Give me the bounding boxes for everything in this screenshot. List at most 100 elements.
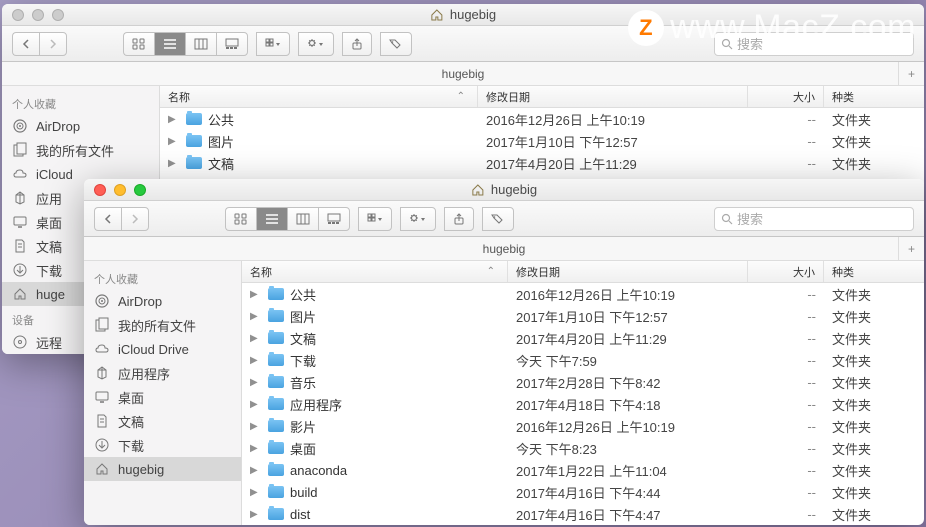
close-button[interactable]: [12, 9, 24, 21]
disclosure-triangle-icon[interactable]: ▶: [250, 333, 262, 344]
forward-button[interactable]: [39, 32, 67, 56]
folder-icon: [186, 113, 202, 125]
table-row[interactable]: ▶公共2016年12月26日 上午10:19--文件夹: [242, 283, 924, 305]
sidebar-item-apps[interactable]: 应用程序: [84, 361, 241, 385]
action-button[interactable]: [298, 32, 334, 56]
disclosure-triangle-icon[interactable]: ▶: [250, 311, 262, 322]
tags-button[interactable]: [482, 207, 514, 231]
table-row[interactable]: ▶下载今天 下午7:59--文件夹: [242, 349, 924, 371]
close-button[interactable]: [94, 184, 106, 196]
column-kind[interactable]: 种类: [824, 261, 924, 282]
file-kind: 文件夹: [824, 373, 924, 392]
watermark-badge: Z: [628, 10, 664, 46]
column-size[interactable]: 大小: [748, 261, 824, 282]
action-button[interactable]: [400, 207, 436, 231]
pathbar-text[interactable]: hugebig: [442, 67, 485, 81]
sidebar-item-downloads[interactable]: 下载: [84, 433, 241, 457]
arrange-button[interactable]: [256, 32, 290, 56]
file-name: 文稿: [208, 154, 234, 173]
table-row[interactable]: ▶文稿2017年4月20日 上午11:29--文件夹: [160, 152, 924, 174]
sidebar-item-cloud[interactable]: iCloud Drive: [84, 337, 241, 361]
sidebar-item-allfiles[interactable]: 我的所有文件: [2, 138, 159, 162]
view-columns-button[interactable]: [185, 32, 216, 56]
disclosure-triangle-icon[interactable]: ▶: [250, 509, 262, 520]
arrange-button[interactable]: [358, 207, 392, 231]
folder-icon: [268, 442, 284, 454]
column-name[interactable]: 名称⌃: [160, 86, 478, 107]
disclosure-triangle-icon[interactable]: ▶: [250, 465, 262, 476]
view-list-button[interactable]: [154, 32, 185, 56]
disc-icon: [12, 334, 28, 350]
folder-icon: [268, 464, 284, 476]
column-kind[interactable]: 种类: [824, 86, 924, 107]
forward-button[interactable]: [121, 207, 149, 231]
view-gallery-button[interactable]: [318, 207, 350, 231]
zoom-button[interactable]: [52, 9, 64, 21]
table-row[interactable]: ▶anaconda2017年1月22日 上午11:04--文件夹: [242, 459, 924, 481]
sidebar-header-favorites: 个人收藏: [84, 265, 241, 289]
search-placeholder: 搜索: [737, 209, 763, 228]
sidebar-item-home[interactable]: hugebig: [84, 457, 241, 481]
sidebar-item-label: 下载: [36, 261, 62, 280]
tags-button[interactable]: [380, 32, 412, 56]
minimize-button[interactable]: [32, 9, 44, 21]
toolbar: 搜索: [84, 201, 924, 237]
table-row[interactable]: ▶公共2016年12月26日 上午10:19--文件夹: [160, 108, 924, 130]
view-columns-button[interactable]: [287, 207, 318, 231]
sidebar-item-airdrop[interactable]: AirDrop: [84, 289, 241, 313]
file-name: 公共: [290, 285, 316, 304]
disclosure-triangle-icon[interactable]: ▶: [250, 377, 262, 388]
column-name[interactable]: 名称⌃: [242, 261, 508, 282]
table-row[interactable]: ▶音乐2017年2月28日 下午8:42--文件夹: [242, 371, 924, 393]
file-date: 2017年4月20日 上午11:29: [508, 329, 748, 348]
downloads-icon: [94, 437, 110, 453]
file-date: 2017年4月16日 下午4:44: [508, 483, 748, 502]
disclosure-triangle-icon[interactable]: ▶: [250, 421, 262, 432]
share-button[interactable]: [444, 207, 474, 231]
minimize-button[interactable]: [114, 184, 126, 196]
table-row[interactable]: ▶图片2017年1月10日 下午12:57--文件夹: [242, 305, 924, 327]
table-row[interactable]: ▶文稿2017年4月20日 上午11:29--文件夹: [242, 327, 924, 349]
table-row[interactable]: ▶应用程序2017年4月18日 下午4:18--文件夹: [242, 393, 924, 415]
view-list-button[interactable]: [256, 207, 287, 231]
column-size[interactable]: 大小: [748, 86, 824, 107]
disclosure-triangle-icon[interactable]: ▶: [168, 136, 180, 147]
titlebar[interactable]: hugebig: [84, 179, 924, 201]
back-button[interactable]: [94, 207, 121, 231]
sidebar-item-docs[interactable]: 文稿: [84, 409, 241, 433]
table-row[interactable]: ▶build2017年4月16日 下午4:44--文件夹: [242, 481, 924, 503]
view-icons-button[interactable]: [225, 207, 256, 231]
file-kind: 文件夹: [824, 132, 924, 151]
file-name: 文稿: [290, 329, 316, 348]
docs-icon: [12, 238, 28, 254]
add-tab-button[interactable]: +: [898, 237, 924, 260]
back-button[interactable]: [12, 32, 39, 56]
view-mode-segment: [123, 32, 248, 56]
table-row[interactable]: ▶图片2017年1月10日 下午12:57--文件夹: [160, 130, 924, 152]
disclosure-triangle-icon[interactable]: ▶: [250, 443, 262, 454]
add-tab-button[interactable]: +: [898, 62, 924, 85]
search-field[interactable]: 搜索: [714, 207, 914, 231]
pathbar-text[interactable]: hugebig: [483, 242, 526, 256]
sidebar-item-allfiles[interactable]: 我的所有文件: [84, 313, 241, 337]
sidebar-item-desktop[interactable]: 桌面: [84, 385, 241, 409]
table-row[interactable]: ▶dist2017年4月16日 下午4:47--文件夹: [242, 503, 924, 525]
column-date[interactable]: 修改日期: [508, 261, 748, 282]
column-date[interactable]: 修改日期: [478, 86, 748, 107]
watermark: Z www.MacZ.com: [628, 8, 916, 47]
folder-icon: [186, 157, 202, 169]
disclosure-triangle-icon[interactable]: ▶: [168, 114, 180, 125]
table-row[interactable]: ▶影片2016年12月26日 上午10:19--文件夹: [242, 415, 924, 437]
zoom-button[interactable]: [134, 184, 146, 196]
downloads-icon: [12, 262, 28, 278]
disclosure-triangle-icon[interactable]: ▶: [250, 289, 262, 300]
disclosure-triangle-icon[interactable]: ▶: [168, 158, 180, 169]
table-row[interactable]: ▶桌面今天 下午8:23--文件夹: [242, 437, 924, 459]
view-gallery-button[interactable]: [216, 32, 248, 56]
share-button[interactable]: [342, 32, 372, 56]
disclosure-triangle-icon[interactable]: ▶: [250, 487, 262, 498]
disclosure-triangle-icon[interactable]: ▶: [250, 355, 262, 366]
sidebar-item-airdrop[interactable]: AirDrop: [2, 114, 159, 138]
view-icons-button[interactable]: [123, 32, 154, 56]
disclosure-triangle-icon[interactable]: ▶: [250, 399, 262, 410]
